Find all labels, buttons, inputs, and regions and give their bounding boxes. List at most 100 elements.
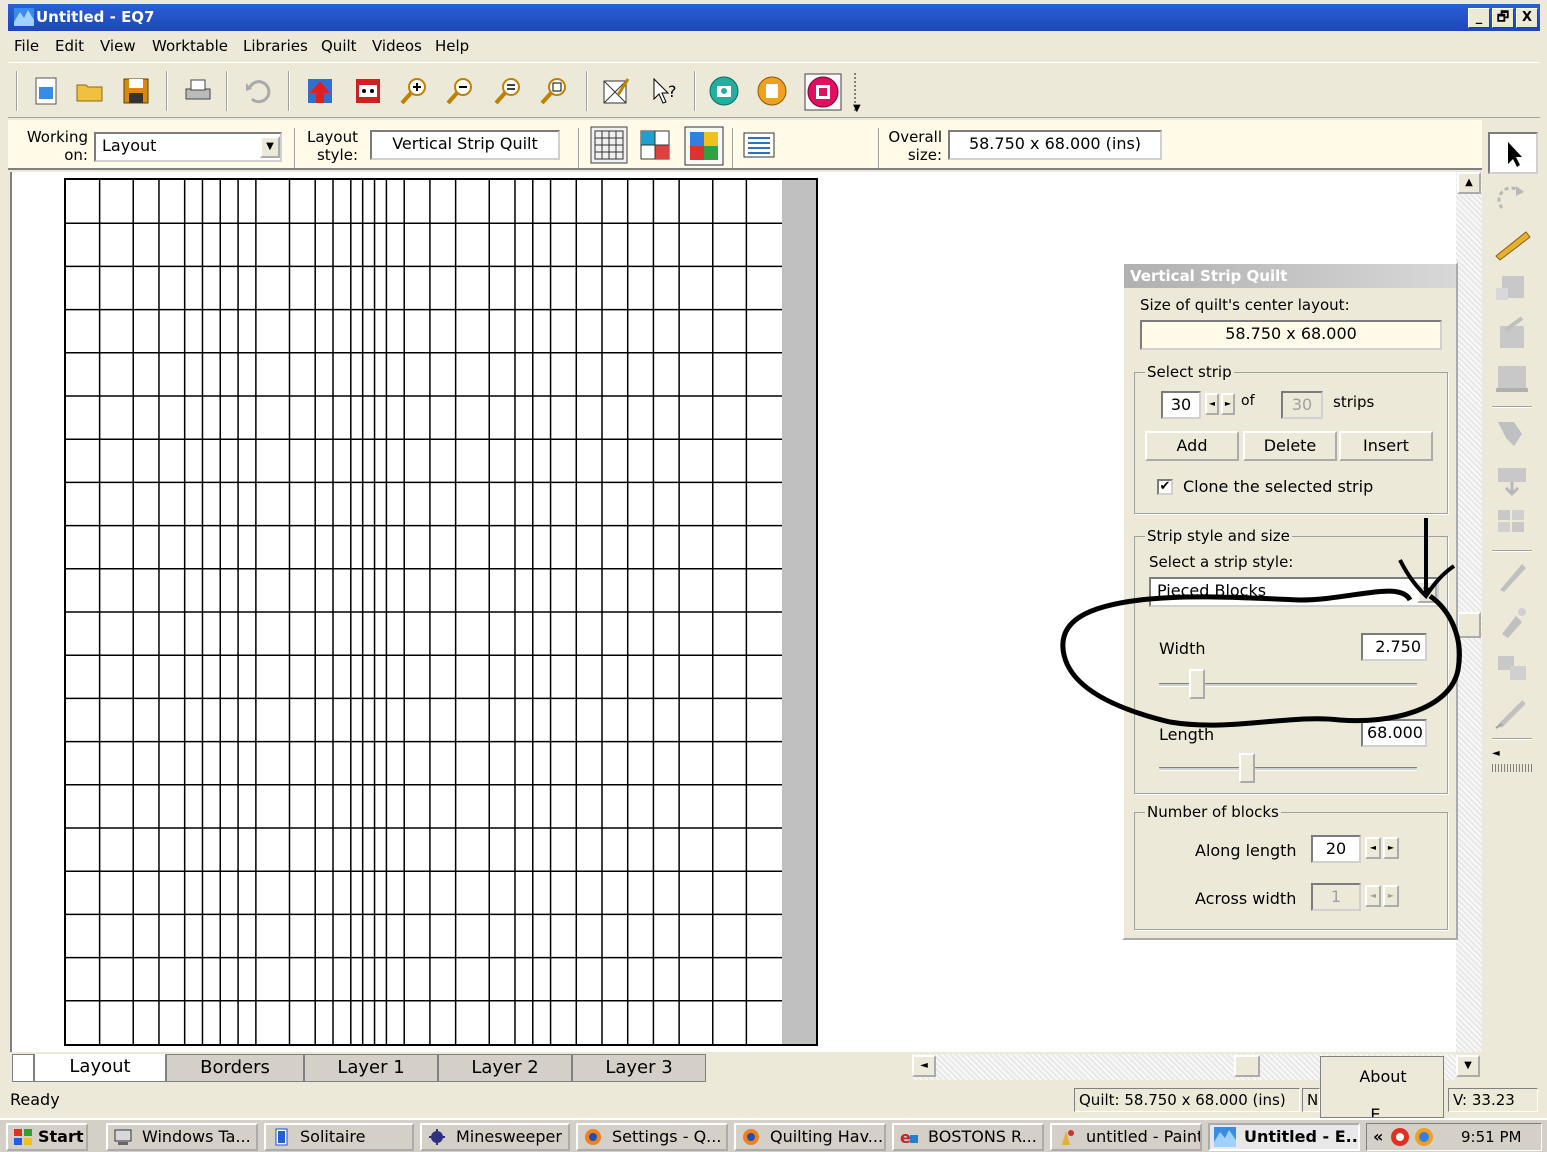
length-slider-thumb[interactable] (1239, 753, 1255, 783)
fit-to-worktable-icon[interactable] (538, 75, 570, 107)
working-on-select[interactable]: Layout ▼ (94, 132, 282, 162)
view-sketchbook-icon[interactable] (352, 75, 384, 107)
along-length-increase-icon[interactable]: ► (1383, 837, 1399, 859)
strips-label: strips (1333, 393, 1375, 411)
annotation-circle (1060, 588, 1462, 728)
menu-worktable[interactable]: Worktable (152, 37, 228, 55)
scroll-left-icon[interactable]: ◄ (912, 1055, 936, 1077)
set-block-icon[interactable] (1492, 270, 1532, 306)
quilt-layout-grid[interactable] (64, 178, 818, 1046)
options-separator (578, 128, 580, 168)
task-eq7-active[interactable]: Untitled - E... (1208, 1123, 1360, 1151)
minimize-button[interactable]: _ (1468, 8, 1490, 28)
paintbrush-icon[interactable] (1492, 414, 1532, 450)
color-quilt-icon[interactable] (684, 126, 724, 166)
task-label: Untitled - E... (1244, 1127, 1360, 1146)
strip-number-input[interactable]: 30 (1161, 391, 1201, 419)
paint-bucket-icon[interactable] (1492, 460, 1532, 496)
exit-menu-item[interactable]: E... (1321, 1105, 1443, 1117)
insert-button[interactable]: Insert (1339, 431, 1433, 461)
about-menu-item[interactable]: About (1321, 1067, 1443, 1086)
along-length-input[interactable]: 20 (1311, 835, 1361, 863)
menu-file[interactable]: File (14, 37, 39, 55)
tab-layer-2[interactable]: Layer 2 (438, 1054, 572, 1082)
print-preview-icon[interactable] (756, 75, 788, 107)
swap-colors-icon[interactable] (1492, 504, 1532, 540)
palette-grip[interactable] (1492, 764, 1532, 772)
task-solitaire[interactable]: Solitaire (264, 1123, 414, 1151)
layout-grid-icon[interactable] (590, 126, 628, 164)
scroll-down-icon[interactable]: ▼ (1456, 1055, 1480, 1077)
rotate-icon[interactable] (1492, 182, 1532, 218)
start-button[interactable]: Start (6, 1123, 88, 1151)
task-settings[interactable]: Settings - Q... (576, 1123, 728, 1151)
task-minesweeper[interactable]: Minesweeper (420, 1123, 570, 1151)
pencil-icon[interactable] (1492, 694, 1532, 730)
undo-icon[interactable] (242, 75, 274, 107)
across-width-label: Across width (1195, 889, 1297, 908)
set-applique-icon[interactable] (1492, 316, 1532, 352)
ruler-icon[interactable] (1492, 226, 1532, 262)
eq7-app-icon (1214, 1127, 1236, 1147)
selected-strip[interactable] (782, 180, 816, 1044)
strip-next-icon[interactable]: ► (1221, 393, 1235, 415)
border-tool-icon[interactable] (1492, 360, 1532, 396)
select-strip-group: Select strip 30 ◄ ► of 30 strips Add Del… (1134, 363, 1448, 514)
strip-prev-icon[interactable]: ◄ (1205, 393, 1219, 415)
tab-borders[interactable]: Borders (166, 1054, 304, 1082)
length-slider-track[interactable] (1159, 767, 1417, 771)
toolbar-dropdown-icon[interactable]: ▼ (853, 103, 861, 114)
block-tool-icon[interactable] (638, 126, 672, 164)
menu-help[interactable]: Help (435, 37, 469, 55)
select-tool-button[interactable] (1488, 132, 1538, 174)
swirl-icon[interactable] (1413, 1126, 1435, 1148)
quilt-options-icon[interactable] (600, 75, 632, 107)
refresh-icon[interactable] (492, 75, 524, 107)
scroll-up-icon[interactable]: ▲ (1457, 172, 1481, 194)
horizontal-scroll-thumb[interactable] (1234, 1055, 1260, 1077)
add-to-sketchbook-icon[interactable] (304, 75, 336, 107)
library-camera-icon[interactable] (708, 75, 740, 107)
save-icon[interactable] (120, 75, 152, 107)
chevron-down-icon[interactable]: ▼ (260, 136, 280, 158)
task-paint[interactable]: untitled - Paint (1050, 1123, 1202, 1151)
quilt-grid-lines (66, 180, 816, 1044)
eyedropper-icon[interactable] (1492, 604, 1532, 640)
dialog-title[interactable]: Vertical Strip Quilt (1124, 264, 1456, 288)
rotate-fabric-icon[interactable] (1492, 648, 1532, 684)
brush-stroke-icon[interactable] (1492, 558, 1532, 594)
help-icon[interactable]: ? (648, 75, 680, 107)
palette-scroll-left-icon[interactable]: ◄ (1492, 748, 1500, 759)
antivirus-icon[interactable] (1389, 1126, 1411, 1148)
fabric-list-icon[interactable] (742, 130, 776, 160)
add-button[interactable]: Add (1145, 431, 1239, 461)
clone-checkbox[interactable]: ✔ (1157, 479, 1173, 495)
task-bostons[interactable]: e BOSTONS R... (892, 1123, 1044, 1151)
menu-quilt[interactable]: Quilt (321, 37, 357, 55)
tab-scroll-box[interactable] (12, 1054, 34, 1082)
task-quilting-haven[interactable]: Quilting Hav... (734, 1123, 886, 1151)
overall-size-label-line2: size: (907, 146, 942, 164)
tab-layer-3[interactable]: Layer 3 (572, 1054, 706, 1082)
lock-icon[interactable] (804, 73, 842, 111)
menu-libraries[interactable]: Libraries (243, 37, 308, 55)
print-icon[interactable] (182, 75, 214, 107)
along-length-decrease-icon[interactable]: ◄ (1365, 837, 1381, 859)
tab-layer-1[interactable]: Layer 1 (304, 1054, 438, 1082)
maximize-button[interactable]: 🗗 (1492, 8, 1514, 28)
delete-button[interactable]: Delete (1243, 431, 1337, 461)
menu-view[interactable]: View (100, 37, 136, 55)
zoom-out-icon[interactable] (444, 75, 476, 107)
close-button[interactable]: X (1516, 8, 1538, 28)
zoom-in-icon[interactable] (398, 75, 430, 107)
tab-layout[interactable]: Layout (34, 1054, 166, 1082)
tray-chevron[interactable]: « (1373, 1127, 1383, 1146)
menu-edit[interactable]: Edit (55, 37, 84, 55)
new-icon[interactable] (30, 75, 62, 107)
layout-style-label: Layout style: (302, 128, 358, 164)
menu-videos[interactable]: Videos (372, 37, 422, 55)
task-windows-task[interactable]: Windows Ta... (106, 1123, 258, 1151)
open-icon[interactable] (74, 75, 106, 107)
palette-separator (1492, 550, 1532, 552)
palette-separator (1492, 738, 1532, 740)
